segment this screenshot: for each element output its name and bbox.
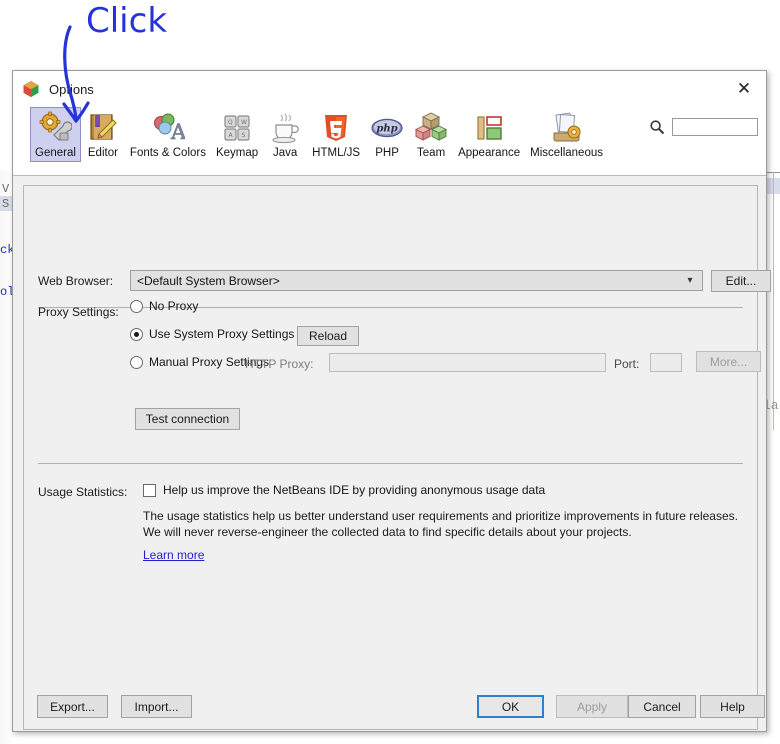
category-team[interactable]: Team bbox=[409, 107, 453, 162]
test-connection-button[interactable]: Test connection bbox=[135, 408, 240, 430]
radio-use-system-proxy-indicator[interactable] bbox=[130, 327, 143, 341]
category-label: PHP bbox=[375, 147, 399, 159]
web-browser-value: <Default System Browser> bbox=[137, 273, 280, 288]
learn-more-link[interactable]: Learn more bbox=[143, 548, 204, 562]
port-input[interactable] bbox=[650, 353, 682, 372]
export-button[interactable]: Export... bbox=[37, 695, 108, 718]
radio-use-system-proxy[interactable]: Use System Proxy Settings bbox=[130, 327, 294, 341]
svg-text:Q: Q bbox=[228, 119, 233, 126]
coffee-cup-icon bbox=[272, 113, 299, 144]
radio-use-system-proxy-label: Use System Proxy Settings bbox=[149, 327, 295, 341]
category-label: Appearance bbox=[458, 147, 521, 159]
category-toolbar: General Editor A Fonts & Colors Q W A S … bbox=[13, 107, 766, 176]
usage-statistics-checkbox[interactable] bbox=[143, 483, 156, 497]
gear-wrench-icon bbox=[40, 111, 73, 141]
options-dialog: Options ✕ General Editor A Fonts & Color… bbox=[12, 70, 771, 732]
category-label: Java bbox=[273, 147, 298, 159]
category-appearance[interactable]: Appearance bbox=[453, 107, 525, 162]
usage-statistics-description: The usage statistics help us better unde… bbox=[143, 509, 738, 539]
background-text-fragment-1: V bbox=[2, 182, 10, 196]
general-settings-panel: Web Browser: <Default System Browser> ▾ … bbox=[23, 185, 771, 730]
svg-text:php: php bbox=[376, 124, 397, 135]
import-button[interactable]: Import... bbox=[121, 695, 192, 718]
svg-text:A: A bbox=[170, 120, 185, 144]
netbeans-cube-icon bbox=[23, 81, 39, 97]
edit-button[interactable]: Edit... bbox=[711, 270, 771, 292]
web-browser-label: Web Browser: bbox=[38, 274, 114, 288]
port-label: Port: bbox=[614, 357, 640, 371]
palette-letter-icon: A bbox=[153, 113, 185, 144]
search-icon[interactable] bbox=[649, 119, 665, 135]
http-proxy-input[interactable] bbox=[329, 353, 606, 372]
html5-shield-icon bbox=[325, 115, 348, 141]
category-php[interactable]: php PHP bbox=[365, 107, 409, 162]
category-label: Team bbox=[417, 147, 446, 159]
help-button[interactable]: Help bbox=[700, 695, 765, 718]
search-input[interactable] bbox=[672, 118, 758, 136]
search-area bbox=[649, 118, 758, 136]
ok-button[interactable]: OK bbox=[477, 695, 544, 718]
category-label: HTML/JS bbox=[312, 147, 361, 159]
category-general[interactable]: General bbox=[30, 107, 81, 162]
reload-button[interactable]: Reload bbox=[297, 326, 359, 346]
category-editor[interactable]: Editor bbox=[81, 107, 125, 162]
radio-no-proxy-label: No Proxy bbox=[149, 299, 199, 313]
dialog-button-bar: Export... Import... OK Apply Cancel Help bbox=[13, 683, 766, 731]
close-icon[interactable]: ✕ bbox=[731, 76, 757, 100]
usage-statistics-label: Usage Statistics: bbox=[38, 485, 128, 499]
keyboard-keys-icon: QW AS bbox=[224, 115, 250, 141]
category-java[interactable]: Java bbox=[263, 107, 307, 162]
category-label: Editor bbox=[87, 147, 118, 159]
background-text-fragment-2: S bbox=[2, 197, 10, 211]
category-label: Keymap bbox=[215, 147, 259, 159]
web-browser-combobox[interactable]: <Default System Browser> ▾ bbox=[130, 270, 703, 291]
dialog-titlebar: Options ✕ bbox=[13, 71, 766, 107]
chevron-down-icon: ▾ bbox=[687, 275, 693, 286]
svg-text:S: S bbox=[242, 132, 246, 139]
category-html-js[interactable]: HTML/JS bbox=[307, 107, 365, 162]
category-keymap[interactable]: QW AS Keymap bbox=[211, 107, 263, 162]
radio-manual-proxy-indicator[interactable] bbox=[130, 355, 143, 369]
category-fonts-and-colors[interactable]: A Fonts & Colors bbox=[125, 107, 211, 162]
divider-2 bbox=[38, 463, 743, 464]
category-label: Miscellaneous bbox=[530, 147, 603, 159]
usage-statistics-checkbox-label: Help us improve the NetBeans IDE by prov… bbox=[163, 483, 546, 497]
svg-text:W: W bbox=[241, 119, 247, 126]
book-pencil-icon bbox=[90, 114, 117, 140]
papers-gear-icon bbox=[553, 112, 581, 142]
layout-blocks-icon bbox=[477, 116, 502, 140]
apply-button[interactable]: Apply bbox=[556, 695, 628, 718]
more-button[interactable]: More... bbox=[696, 351, 761, 372]
php-elephant-icon: php bbox=[371, 118, 403, 138]
background-right-margin-line bbox=[773, 172, 774, 430]
category-label: General bbox=[35, 147, 76, 159]
radio-no-proxy-indicator[interactable] bbox=[130, 299, 143, 313]
proxy-settings-label: Proxy Settings: bbox=[38, 305, 119, 319]
category-label: Fonts & Colors bbox=[129, 147, 206, 159]
cancel-button[interactable]: Cancel bbox=[628, 695, 696, 718]
dialog-title: Options bbox=[49, 81, 94, 97]
category-miscellaneous[interactable]: Miscellaneous bbox=[525, 107, 608, 162]
usage-statistics-checkbox-row[interactable]: Help us improve the NetBeans IDE by prov… bbox=[143, 483, 545, 497]
cubes-icon bbox=[415, 112, 448, 141]
radio-no-proxy[interactable]: No Proxy bbox=[130, 299, 198, 313]
http-proxy-label: HTTP Proxy: bbox=[245, 357, 314, 371]
